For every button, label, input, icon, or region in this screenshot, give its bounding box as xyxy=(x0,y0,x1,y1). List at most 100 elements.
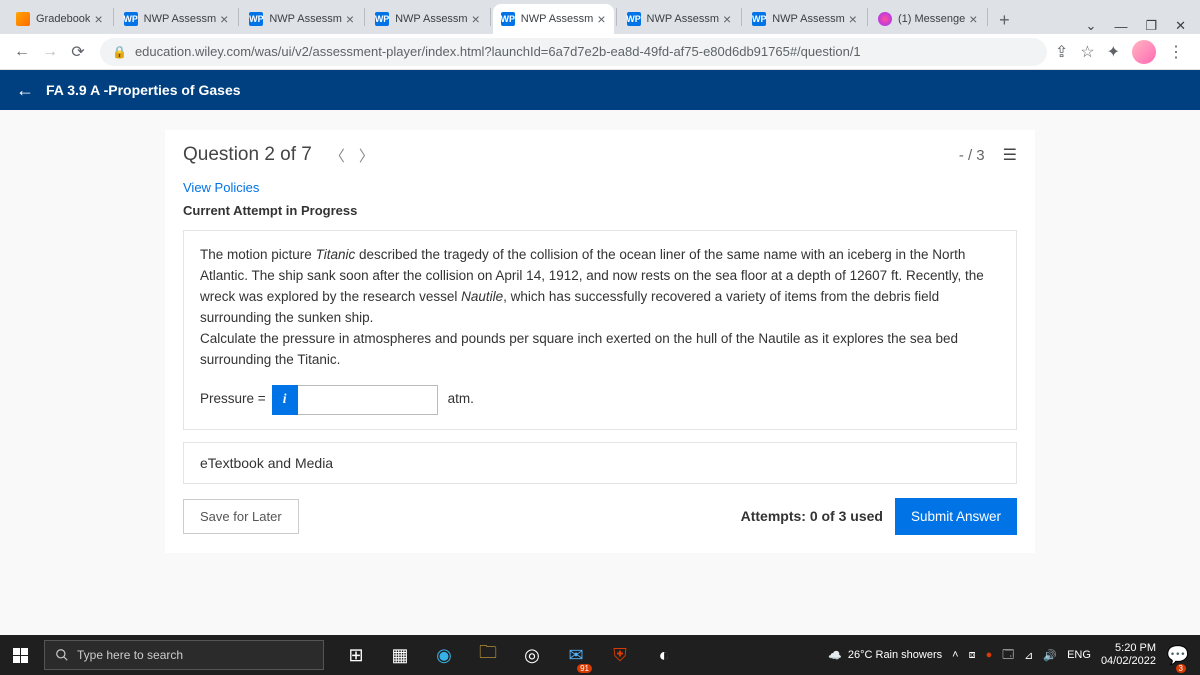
close-icon[interactable]: × xyxy=(472,11,480,27)
taskbar-app-icon[interactable]: ▦ xyxy=(380,635,420,675)
time-text: 5:20 PM xyxy=(1101,642,1156,655)
answer-row: Pressure = i atm. xyxy=(200,385,1000,415)
close-icon[interactable]: × xyxy=(346,11,354,27)
wiley-icon: WP xyxy=(627,12,641,26)
new-tab-button[interactable]: + xyxy=(990,6,1018,34)
question-paragraph: Calculate the pressure in atmospheres an… xyxy=(200,329,1000,371)
menu-icon[interactable]: ⋮ xyxy=(1168,42,1184,62)
weather-widget[interactable]: ☁️ 26°C Rain showers xyxy=(828,649,942,662)
clock[interactable]: 5:20 PM 04/02/2022 xyxy=(1101,642,1156,668)
date-text: 04/02/2022 xyxy=(1101,655,1156,668)
gradebook-icon xyxy=(16,12,30,26)
attempts-used: Attempts: 0 of 3 used xyxy=(741,508,883,524)
save-for-later-button[interactable]: Save for Later xyxy=(183,499,299,534)
close-icon[interactable]: × xyxy=(969,11,977,27)
wiley-icon: WP xyxy=(501,12,515,26)
close-window-icon[interactable]: ✕ xyxy=(1175,18,1186,34)
tab-title: NWP Assessm xyxy=(647,13,720,25)
tab-title: NWP Assessm xyxy=(772,13,845,25)
question-content: The motion picture Titanic described the… xyxy=(183,230,1017,430)
chrome-icon[interactable]: ◐ xyxy=(644,635,684,675)
url-input[interactable]: 🔒 education.wiley.com/was/ui/v2/assessme… xyxy=(100,38,1047,66)
file-explorer-icon[interactable]: 🗀 xyxy=(468,635,508,675)
messenger-icon xyxy=(878,12,892,26)
wifi-icon[interactable]: ⊿ xyxy=(1024,649,1033,662)
taskbar-app-icon[interactable]: ◎ xyxy=(512,635,552,675)
share-icon[interactable]: ⇪ xyxy=(1055,42,1068,62)
question-card: Question 2 of 7 〈 〉 - / 3 ☰ View Policie… xyxy=(165,130,1035,553)
browser-tab[interactable]: WP NWP Assessm × xyxy=(367,4,488,34)
bookmark-icon[interactable]: ☆ xyxy=(1080,42,1094,62)
tab-title: NWP Assessm xyxy=(395,13,468,25)
assessment-header: ← FA 3.9 A -Properties of Gases xyxy=(0,70,1200,110)
minimize-icon[interactable]: — xyxy=(1114,19,1127,34)
close-icon[interactable]: × xyxy=(849,11,857,27)
info-button[interactable]: i xyxy=(272,385,298,415)
wiley-icon: WP xyxy=(249,12,263,26)
wiley-icon: WP xyxy=(375,12,389,26)
restore-icon[interactable]: ❐ xyxy=(1145,18,1157,34)
task-view-icon[interactable]: ⊞ xyxy=(336,635,376,675)
question-list-icon[interactable]: ☰ xyxy=(1003,145,1017,165)
mail-icon[interactable]: ✉91 xyxy=(556,635,596,675)
browser-tab[interactable]: WP NWP Assessm × xyxy=(619,4,740,34)
language-indicator[interactable]: ENG xyxy=(1067,649,1091,661)
camera-icon[interactable]: ⧈ xyxy=(969,649,976,662)
close-icon[interactable]: × xyxy=(220,11,228,27)
browser-tab[interactable]: WP NWP Assessm × xyxy=(241,4,362,34)
extension-icon[interactable]: ✦ xyxy=(1107,42,1120,62)
taskbar-search[interactable]: Type here to search xyxy=(44,640,324,670)
etextbook-media-button[interactable]: eTextbook and Media xyxy=(183,442,1017,484)
tray-security-icon[interactable]: ● xyxy=(986,649,993,661)
question-score: - / 3 xyxy=(959,147,985,164)
tray-chevron-icon[interactable]: ˄ xyxy=(952,649,958,661)
question-header: Question 2 of 7 〈 〉 - / 3 ☰ xyxy=(165,130,1035,180)
tab-title: NWP Assessm xyxy=(269,13,342,25)
search-icon xyxy=(55,648,69,662)
tab-search-icon[interactable]: ⌄ xyxy=(1086,18,1097,34)
next-question-button[interactable]: 〉 xyxy=(359,145,374,166)
unit-label: atm. xyxy=(448,389,474,410)
action-row: Save for Later Attempts: 0 of 3 used Sub… xyxy=(183,498,1017,535)
profile-avatar[interactable] xyxy=(1132,40,1156,64)
weather-text: 26°C Rain showers xyxy=(848,649,942,661)
weather-icon: ☁️ xyxy=(828,649,842,662)
answer-label: Pressure = xyxy=(200,389,266,410)
tab-title: (1) Messenge xyxy=(898,13,965,25)
question-number: Question 2 of 7 xyxy=(183,144,312,166)
reload-button[interactable]: ⟳ xyxy=(64,38,92,66)
browser-tab[interactable]: (1) Messenge × xyxy=(870,4,985,34)
search-placeholder: Type here to search xyxy=(77,648,183,662)
browser-tab-active[interactable]: WP NWP Assessm × xyxy=(493,4,614,34)
windows-logo-icon xyxy=(13,648,28,663)
forward-button[interactable]: → xyxy=(36,38,64,66)
attempt-status: Current Attempt in Progress xyxy=(183,203,1017,218)
start-button[interactable] xyxy=(0,635,40,675)
tab-title: Gradebook xyxy=(36,13,90,25)
lock-icon: 🔒 xyxy=(112,45,127,59)
tab-title: NWP Assessm xyxy=(144,13,217,25)
submit-answer-button[interactable]: Submit Answer xyxy=(895,498,1017,535)
wiley-icon: WP xyxy=(752,12,766,26)
pressure-input[interactable] xyxy=(298,385,438,415)
assessment-title: FA 3.9 A -Properties of Gases xyxy=(46,82,241,98)
back-button[interactable]: ← xyxy=(8,38,36,66)
close-icon[interactable]: × xyxy=(597,11,605,27)
browser-tab[interactable]: WP NWP Assessm × xyxy=(116,4,237,34)
close-icon[interactable]: × xyxy=(723,11,731,27)
view-policies-link[interactable]: View Policies xyxy=(183,180,1017,195)
prev-question-button[interactable]: 〈 xyxy=(330,145,345,166)
browser-tab[interactable]: Gradebook × xyxy=(8,4,111,34)
assessment-back-button[interactable]: ← xyxy=(16,80,34,101)
wiley-icon: WP xyxy=(124,12,138,26)
browser-tab[interactable]: WP NWP Assessm × xyxy=(744,4,865,34)
address-bar: ← → ⟳ 🔒 education.wiley.com/was/ui/v2/as… xyxy=(0,34,1200,70)
battery-icon[interactable]: 🗔 xyxy=(1002,646,1014,665)
question-paragraph: The motion picture Titanic described the… xyxy=(200,245,1000,329)
close-icon[interactable]: × xyxy=(94,11,102,27)
volume-icon[interactable]: 🔊 xyxy=(1043,649,1057,662)
edge-icon[interactable]: ◉ xyxy=(424,635,464,675)
notifications-icon[interactable]: 💬3 xyxy=(1166,635,1190,675)
mcafee-icon[interactable]: ⛨ xyxy=(600,635,640,675)
content-area: Question 2 of 7 〈 〉 - / 3 ☰ View Policie… xyxy=(0,110,1200,635)
